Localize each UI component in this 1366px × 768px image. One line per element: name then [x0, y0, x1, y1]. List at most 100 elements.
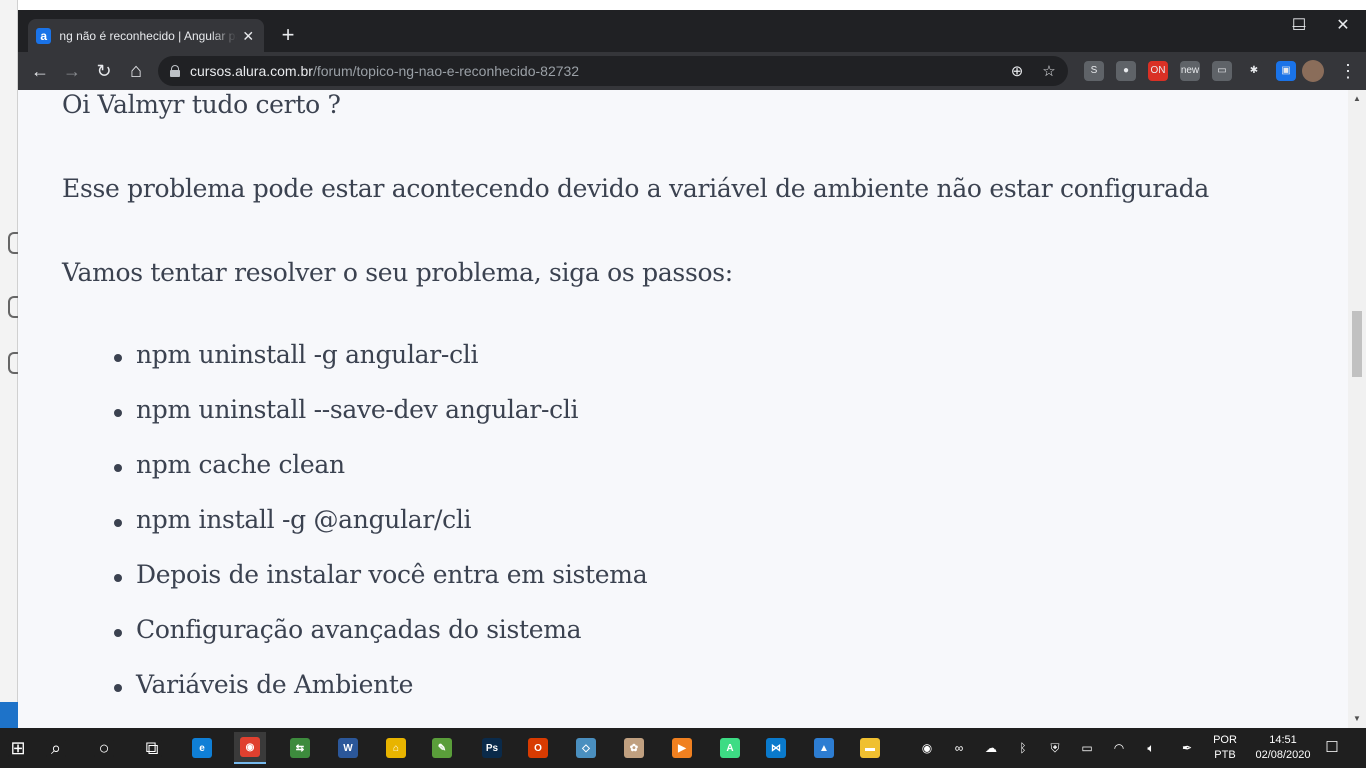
skype-extension-icon[interactable]: S	[1084, 61, 1104, 81]
cast-extension-icon[interactable]: ▣	[1276, 61, 1296, 81]
answer-greeting: Oi Valmyr tudo certo ?	[62, 90, 341, 119]
notepad-app-icon: ✎	[432, 738, 452, 758]
tab-close-icon[interactable]: ✕	[241, 28, 256, 45]
photoshop-app-icon: Ps	[482, 738, 502, 758]
desktop-background	[0, 0, 18, 728]
photoshop-app[interactable]: Ps	[476, 732, 508, 764]
explorer-app[interactable]: ▬	[854, 732, 886, 764]
step-item: Depois de instalar você entra em sistema	[113, 560, 648, 615]
page-viewport: Oi Valmyr tudo certo ? Esse problema pod…	[18, 90, 1348, 728]
browser-toolbar: ← → ↻ ⌂ cursos.alura.com.br/forum/topico…	[18, 52, 1366, 90]
notification-center-icon[interactable]: ☐	[1322, 738, 1342, 758]
remote-app-icon: ⌂	[386, 738, 406, 758]
on-air-extension-icon[interactable]: ON	[1148, 61, 1168, 81]
step-item: Configuração avançadas do sistema	[113, 615, 647, 670]
record-extension-icon[interactable]: ●	[1116, 61, 1136, 81]
desktop-icon-edge	[8, 352, 18, 374]
forward-button[interactable]: →	[60, 59, 84, 83]
android-studio-app-icon: A	[720, 738, 740, 758]
photos-app[interactable]: ▲	[808, 732, 840, 764]
word-app-icon: W	[338, 738, 358, 758]
step-item: npm uninstall -g angular-cli	[113, 340, 647, 395]
close-window-button[interactable]: ✕	[1320, 14, 1366, 38]
cortana-button-icon: ○	[94, 738, 114, 758]
start-button[interactable]: ⊞	[2, 732, 34, 764]
language-code: POR	[1213, 734, 1237, 746]
task-view-button[interactable]: ⧉	[136, 732, 168, 764]
media-app[interactable]: ▶	[666, 732, 698, 764]
home-button[interactable]: ⌂	[124, 59, 148, 83]
bluetooth-tray-icon[interactable]: ᛒ	[1014, 740, 1032, 756]
sketch-app-icon: ◇	[576, 738, 596, 758]
notepad-app[interactable]: ✎	[426, 732, 458, 764]
address-bar[interactable]: cursos.alura.com.br/forum/topico-ng-nao-…	[158, 56, 1068, 86]
vscode-app[interactable]: ⋈	[760, 732, 792, 764]
start-button-icon: ⊞	[8, 738, 28, 758]
clock-time: 14:51	[1269, 734, 1297, 746]
volume-tray-icon[interactable]: 🔈︎	[1142, 740, 1160, 756]
remote-app[interactable]: ⌂	[380, 732, 412, 764]
photos-app-icon: ▲	[814, 738, 834, 758]
paint-app[interactable]: ✿	[618, 732, 650, 764]
chrome-app-icon: ◉	[240, 737, 260, 757]
word-app[interactable]: W	[332, 732, 364, 764]
sketch-app[interactable]: ◇	[570, 732, 602, 764]
android-studio-app[interactable]: A	[714, 732, 746, 764]
reload-button[interactable]: ↻	[92, 59, 116, 83]
step-item: npm uninstall --save-dev angular-cli	[113, 395, 647, 450]
zoom-icon[interactable]: ⊕	[1008, 63, 1026, 81]
screen-extension-icon[interactable]: ▭	[1212, 61, 1232, 81]
windows-taskbar: ⊞ ⌕ ○ ⧉ e ◉ ⇆ W ⌂ ✎ Ps O ◇ ✿ ▶ A ⋈ ▲ ▬ ◉ ∞ ☁ ᛒ ⛨ ▭ ◠ 🔈︎ ✒ POR PTB …	[0, 728, 1366, 768]
page-scrollbar[interactable]: ▲ ▼	[1348, 90, 1366, 728]
new-tab-button[interactable]: +	[276, 24, 300, 48]
back-button[interactable]: ←	[28, 59, 52, 83]
url-host: cursos.alura.com.br	[190, 63, 313, 79]
step-item: npm install -g @angular/cli	[113, 505, 647, 560]
scroll-down-arrow-icon[interactable]: ▼	[1352, 714, 1362, 724]
scroll-up-arrow-icon[interactable]: ▲	[1352, 94, 1362, 104]
clock-date: 02/08/2020	[1255, 749, 1311, 761]
media-app-icon: ▶	[672, 738, 692, 758]
browser-titlebar: a ng não é reconhecido | Angular para in…	[18, 10, 1366, 53]
task-view-button-icon: ⧉	[142, 738, 162, 758]
network-app-icon: ⇆	[290, 738, 310, 758]
step-item: npm cache clean	[113, 450, 647, 505]
input-language[interactable]: POR PTB	[1208, 733, 1242, 763]
office-app-icon: O	[528, 738, 548, 758]
system-clock[interactable]: 14:51 02/08/2020	[1252, 733, 1314, 763]
maximize-button[interactable]: ☐	[1276, 14, 1322, 38]
desktop-blue-edge	[0, 702, 18, 728]
explorer-app-icon: ▬	[860, 738, 880, 758]
link-tray-icon[interactable]: ∞	[950, 740, 968, 756]
desktop-icon-edge	[8, 296, 18, 318]
browser-tab[interactable]: a ng não é reconhecido | Angular para in…	[28, 19, 264, 53]
cortana-button[interactable]: ○	[88, 732, 120, 764]
extensions-puzzle-icon[interactable]: ✱	[1244, 61, 1264, 81]
scrollbar-thumb[interactable]	[1352, 311, 1362, 377]
tab-title: ng não é reconhecido | Angular para inic…	[59, 29, 236, 43]
desktop-icon-edge	[8, 232, 18, 254]
chrome-app[interactable]: ◉	[234, 732, 266, 764]
lock-icon[interactable]	[170, 65, 180, 77]
chrome-menu-icon[interactable]: ⋮	[1336, 59, 1360, 83]
chrome-tray-icon[interactable]: ◉	[918, 740, 936, 756]
pen-tray-icon[interactable]: ✒	[1178, 740, 1196, 756]
search-button[interactable]: ⌕	[40, 732, 72, 764]
office-app[interactable]: O	[522, 732, 554, 764]
network-app[interactable]: ⇆	[284, 732, 316, 764]
address-url[interactable]: cursos.alura.com.br/forum/topico-ng-nao-…	[190, 63, 579, 79]
defender-tray-icon[interactable]: ⛨	[1046, 740, 1064, 756]
alura-favicon-icon: a	[36, 28, 52, 44]
edge-app-icon: e	[192, 738, 212, 758]
profile-avatar[interactable]	[1302, 60, 1324, 82]
star-icon[interactable]: ☆	[1040, 63, 1058, 81]
wifi-tray-icon[interactable]: ◠	[1110, 740, 1128, 756]
answer-explanation: Esse problema pode estar acontecendo dev…	[62, 174, 1209, 203]
onedrive-tray-icon[interactable]: ☁	[982, 740, 1000, 756]
keyboard-layout: PTB	[1214, 749, 1236, 761]
battery-tray-icon[interactable]: ▭	[1078, 740, 1096, 756]
news-extension-icon[interactable]: new	[1180, 61, 1200, 81]
url-path: /forum/topico-ng-nao-e-reconhecido-82732	[312, 63, 580, 79]
search-button-icon: ⌕	[46, 738, 66, 758]
edge-app[interactable]: e	[186, 732, 218, 764]
